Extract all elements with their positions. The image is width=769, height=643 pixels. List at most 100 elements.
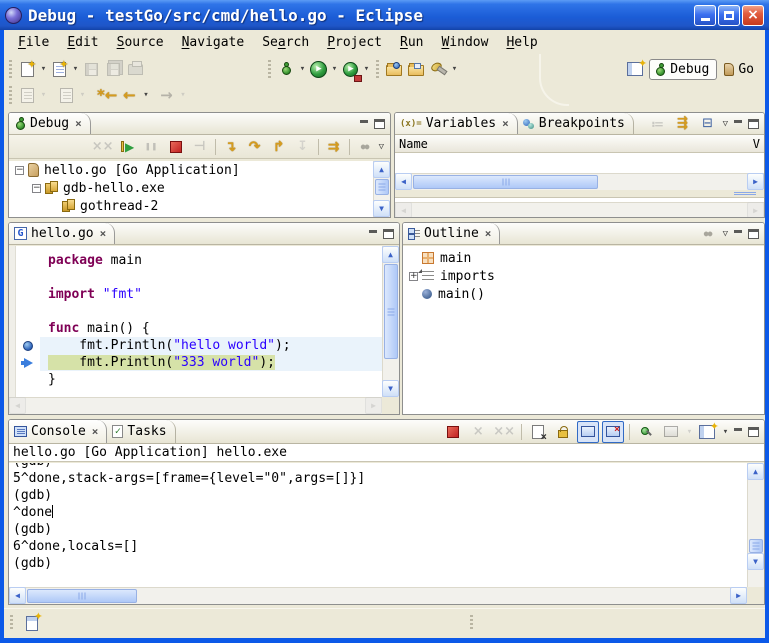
step-into-button[interactable]: ↴ [220, 136, 242, 158]
toolbar-grip[interactable] [266, 60, 272, 78]
save-button[interactable] [81, 58, 101, 80]
editor-gutter[interactable] [16, 320, 40, 337]
minimize-view-button[interactable] [733, 119, 744, 128]
minimize-view-button[interactable] [733, 229, 744, 238]
tab-hello-go[interactable]: G hello.go × [9, 223, 115, 244]
open-perspective-button[interactable]: ✦ [625, 58, 645, 80]
remove-all-launches-button[interactable]: ×× [492, 421, 516, 443]
console-terminate-button[interactable] [442, 421, 464, 443]
code-line[interactable]: func main() { [16, 320, 382, 337]
scroll-down-icon[interactable]: ▼ [373, 200, 390, 217]
code-line[interactable]: import "fmt" [16, 286, 382, 303]
remove-all-terminated-button[interactable]: ×× [91, 136, 115, 158]
menu-source[interactable]: Source [109, 33, 172, 52]
drop-to-frame-button[interactable]: ↧ [292, 136, 314, 158]
run-dropdown[interactable]: ▾ [330, 64, 339, 74]
debug-vertical-scrollbar[interactable]: ▲ ▼ [373, 161, 390, 217]
tree-row[interactable]: −hello.go [Go Application] [9, 161, 373, 179]
close-debug-tab-icon[interactable]: × [75, 117, 82, 130]
tree-expander-icon[interactable]: + [409, 272, 418, 281]
print-button[interactable] [125, 58, 145, 80]
display-console-dropdown[interactable]: ▾ [685, 427, 694, 437]
maximize-view-button[interactable] [383, 229, 394, 239]
menu-edit[interactable]: Edit [59, 33, 106, 52]
scroll-thumb[interactable] [27, 589, 137, 603]
last-edit-location-button[interactable]: *← [97, 84, 117, 106]
variables-horizontal-scrollbar[interactable]: ◀ ▶ [395, 173, 764, 190]
editor-gutter[interactable] [16, 269, 40, 286]
code-line[interactable]: } [16, 371, 382, 388]
tree-expander-icon[interactable]: − [32, 184, 41, 193]
new-go-element-button[interactable]: ✦ [49, 58, 69, 80]
tab-debug[interactable]: Debug × [9, 113, 91, 134]
scroll-down-icon[interactable]: ▼ [382, 380, 399, 397]
code-line[interactable]: package main [16, 252, 382, 269]
external-tools-dropdown[interactable]: ▾ [362, 64, 371, 74]
display-selected-console-button[interactable] [660, 421, 682, 443]
close-button[interactable]: × [742, 5, 764, 26]
console-vertical-scrollbar[interactable]: ▲ ▼ [747, 463, 764, 587]
minimize-view-button[interactable] [368, 229, 379, 238]
code-line[interactable]: fmt.Println("hello world"); [16, 337, 382, 354]
tab-variables[interactable]: (x)= Variables × [395, 113, 518, 134]
code-line[interactable]: fmt.Println("333 world"); [16, 354, 382, 371]
scroll-thumb[interactable] [375, 179, 389, 195]
step-return-button[interactable]: ↱ [268, 136, 290, 158]
toolbar-grip[interactable] [7, 86, 13, 104]
scroll-up-icon[interactable]: ▲ [373, 161, 390, 178]
clear-console-button[interactable] [527, 421, 549, 443]
menu-run[interactable]: Run [392, 33, 431, 52]
open-file-button[interactable] [406, 58, 426, 80]
statusbar-grip[interactable] [8, 615, 14, 631]
perspective-debug-button[interactable]: Debug [649, 59, 717, 80]
new-wizard-button[interactable]: ✦ [17, 58, 37, 80]
tab-outline[interactable]: Outline × [403, 223, 500, 244]
menu-help[interactable]: Help [498, 33, 545, 52]
open-console-dropdown[interactable]: ▾ [721, 427, 730, 437]
tab-console[interactable]: Console × [9, 420, 107, 443]
breakpoint-icon[interactable] [23, 341, 33, 351]
tree-row[interactable] [9, 215, 373, 217]
debug-view-menu-button[interactable]: ▽ [377, 142, 386, 152]
maximize-view-button[interactable] [748, 229, 759, 239]
outline-item[interactable]: main() [409, 285, 764, 303]
menu-project[interactable]: Project [319, 33, 390, 52]
scroll-thumb[interactable] [384, 264, 398, 359]
editor-gutter[interactable] [16, 303, 40, 320]
maximize-button[interactable] [718, 5, 740, 26]
debug-button[interactable] [276, 58, 296, 80]
suspend-button[interactable]: ❚❚ [141, 136, 163, 158]
new-go-dropdown[interactable]: ▾ [71, 64, 80, 74]
use-step-filters-button[interactable]: ⇉ [323, 136, 345, 158]
scroll-left-icon[interactable]: ◀ [9, 587, 26, 604]
editor-gutter[interactable] [16, 337, 40, 354]
scroll-left-icon[interactable]: ◀ [395, 173, 412, 190]
run-button[interactable]: ▶ [308, 58, 328, 80]
collapse-all-button[interactable]: ⊟ [697, 113, 719, 135]
toolbar-grip[interactable] [374, 60, 380, 78]
open-console-button[interactable]: ✦ [696, 421, 718, 443]
editor-horizontal-scrollbar[interactable]: ◀ ▶ [9, 397, 382, 414]
next-annotation-button[interactable] [17, 84, 37, 106]
tree-row[interactable]: −gdb-hello.exe [9, 179, 373, 197]
outline-view-menu-button[interactable]: ▽ [721, 229, 730, 239]
title-bar[interactable]: Debug - testGo/src/cmd/hello.go - Eclips… [0, 0, 769, 30]
editor-gutter[interactable] [16, 286, 40, 303]
tab-tasks[interactable]: ✓ Tasks [107, 420, 175, 443]
resume-button[interactable]: ▶ [117, 136, 139, 158]
variables-column-header[interactable]: Name V [395, 135, 764, 153]
menu-search[interactable]: Search [254, 33, 317, 52]
forward-button[interactable]: → [156, 84, 176, 106]
maximize-view-button[interactable] [748, 119, 759, 129]
variables-table-body[interactable] [395, 153, 764, 173]
back-button[interactable]: ← [119, 84, 139, 106]
tree-row[interactable]: gothread-2 [9, 197, 373, 215]
fast-view-button[interactable]: ✦ [26, 616, 38, 631]
console-output[interactable]: (gdb)5^done,stack-args=[frame={level="0"… [9, 463, 747, 587]
previous-annotation-button[interactable] [56, 84, 76, 106]
minimize-view-button[interactable] [733, 427, 744, 436]
outline-item[interactable]: main [409, 249, 764, 267]
step-over-button[interactable]: ↷ [244, 136, 266, 158]
variables-detail-pane[interactable]: ◀ ▶ [395, 197, 764, 218]
maximize-view-button[interactable] [748, 427, 759, 437]
